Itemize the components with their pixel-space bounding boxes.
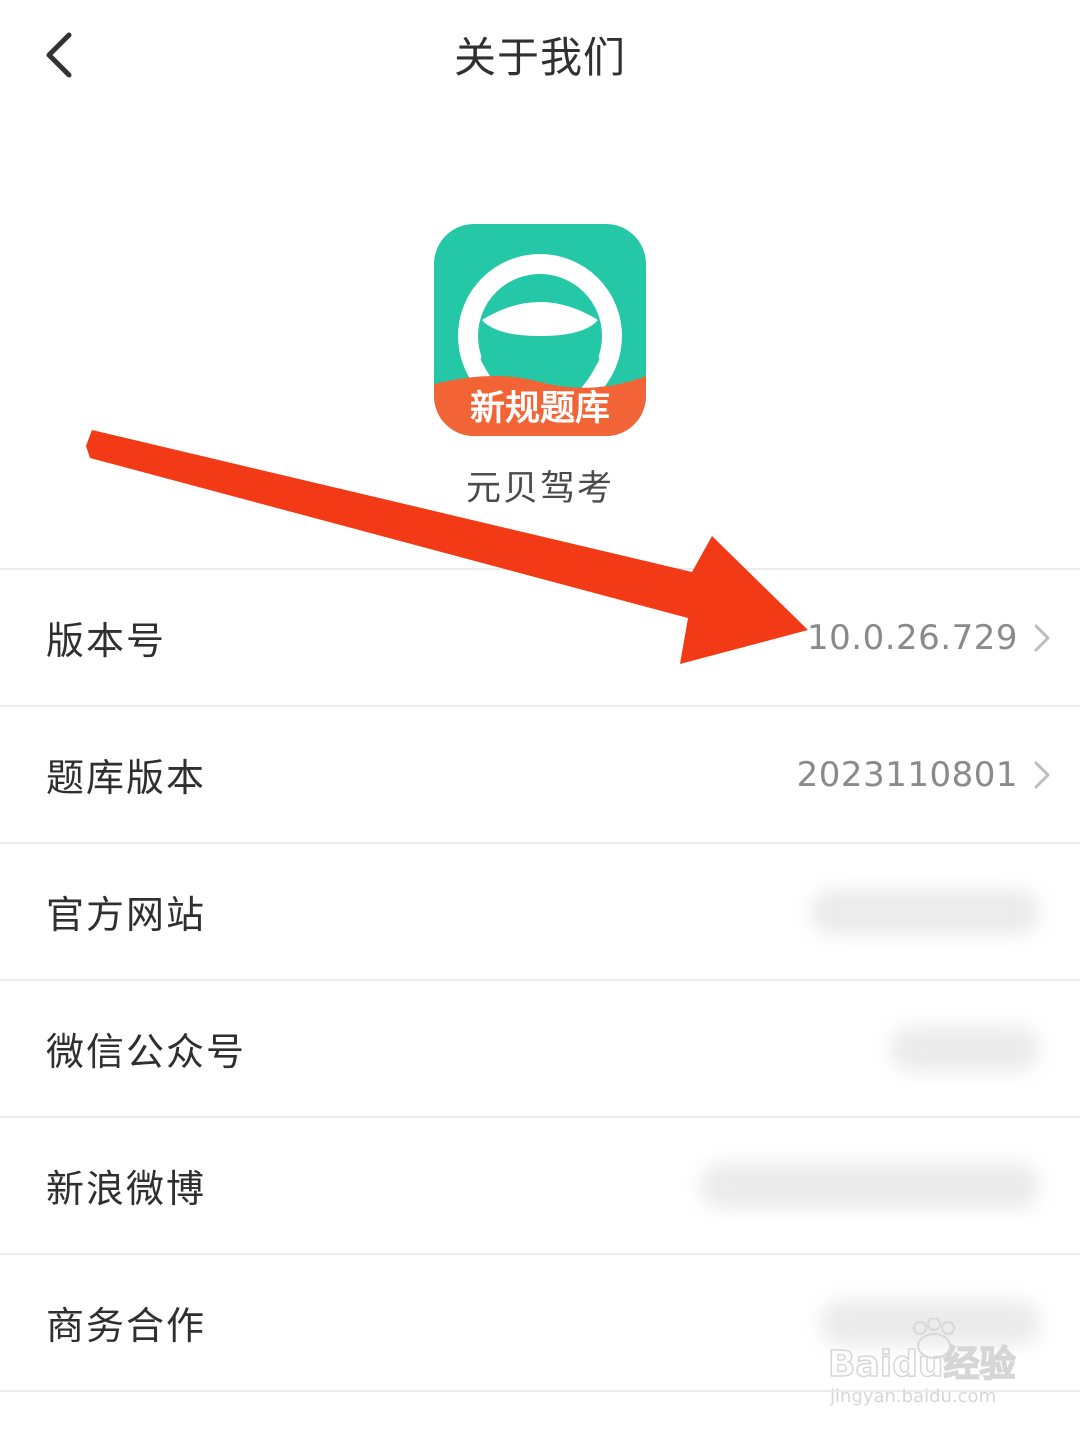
row-label: 官方网站 bbox=[46, 893, 207, 937]
app-logo: 新规题库 bbox=[434, 224, 646, 436]
row-wechat-account[interactable]: 微信公众号 bbox=[0, 981, 1080, 1116]
chevron-right-icon bbox=[1034, 761, 1050, 788]
app-name: 元贝驾考 bbox=[465, 469, 614, 509]
row-label: 微信公众号 bbox=[46, 1030, 247, 1074]
svg-text:jingyan.baidu.com: jingyan.baidu.com bbox=[829, 1386, 996, 1407]
chevron-right-icon bbox=[1034, 624, 1050, 651]
row-question-bank-version[interactable]: 题库版本 2023110801 bbox=[0, 707, 1080, 842]
row-sina-weibo[interactable]: 新浪微博 bbox=[0, 1118, 1080, 1253]
row-label: 版本号 bbox=[46, 619, 167, 663]
row-label: 商务合作 bbox=[46, 1304, 207, 1348]
page-title: 关于我们 bbox=[453, 33, 626, 82]
app-badge-text: 新规题库 bbox=[470, 389, 610, 429]
header-bar: 关于我们 bbox=[0, 0, 1080, 110]
row-version[interactable]: 版本号 10.0.26.729 bbox=[0, 570, 1080, 705]
row-official-website[interactable]: 官方网站 bbox=[0, 844, 1080, 979]
version-value: 10.0.26.729 bbox=[807, 617, 1018, 658]
svg-text:Baidu经验: Baidu经验 bbox=[828, 1344, 1015, 1385]
settings-list: 版本号 10.0.26.729 题库版本 2023110801 官方网站 微信公… bbox=[0, 568, 1080, 1392]
blurred-value bbox=[890, 1025, 1040, 1072]
blurred-value bbox=[700, 1162, 1040, 1209]
blurred-value bbox=[810, 888, 1040, 935]
row-label: 新浪微博 bbox=[46, 1167, 207, 1211]
question-bank-version-value: 2023110801 bbox=[796, 754, 1018, 795]
baidu-watermark-logo: Baidu经验 jingyan.baidu.com bbox=[828, 1318, 1016, 1407]
row-label: 题库版本 bbox=[46, 756, 207, 800]
